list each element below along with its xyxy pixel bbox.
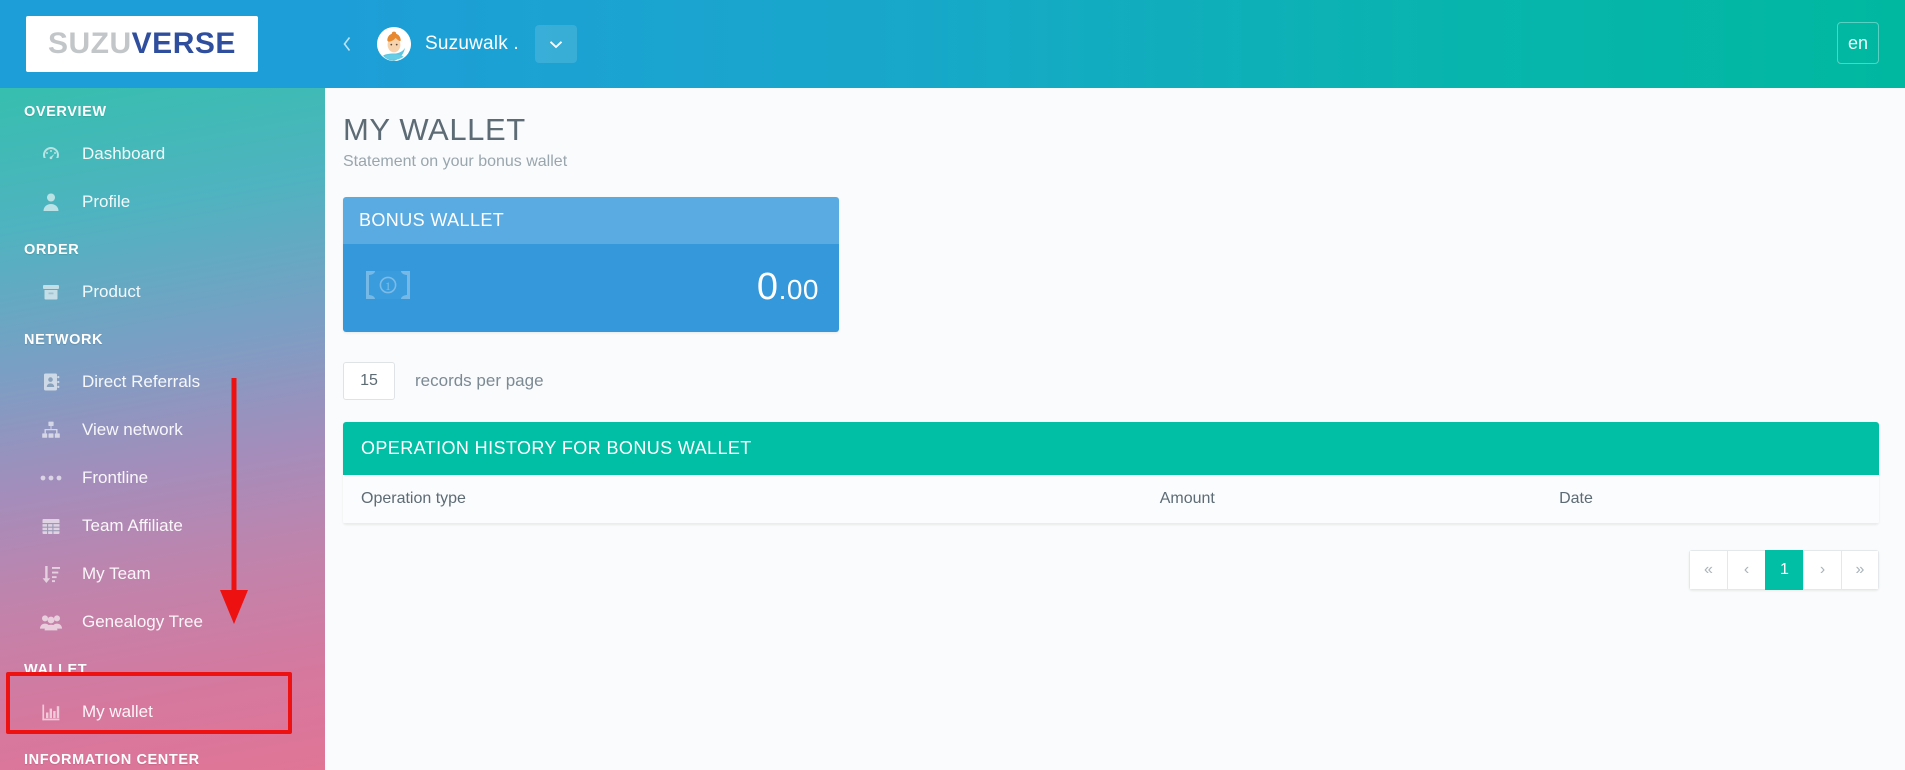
main-area: Suzuwalk . en MY WALLET Statement on you… <box>325 0 1905 770</box>
sidebar-item-label: Team Affiliate <box>82 516 183 535</box>
column-header-date[interactable]: Date <box>1541 474 1879 524</box>
app-root: SUZUVERSE OVERVIEW Dashboard Profile ORD… <box>0 0 1905 770</box>
bonus-wallet-card-title: BONUS WALLET <box>343 196 839 244</box>
dashboard-icon <box>36 143 66 165</box>
logo-container[interactable]: SUZUVERSE <box>0 0 325 88</box>
sidebar-section-overview: OVERVIEW <box>24 104 107 120</box>
bonus-wallet-amount-int: 0 <box>756 266 779 309</box>
sidebar-item-my-team[interactable]: My Team <box>0 550 325 598</box>
sidebar-collapse-button[interactable] <box>325 0 369 88</box>
sidebar: SUZUVERSE OVERVIEW Dashboard Profile ORD… <box>0 0 325 770</box>
bonus-wallet-card-body: 1 0.00 <box>343 243 839 332</box>
money-bill-icon: 1 <box>365 268 411 307</box>
sidebar-item-view-network[interactable]: View network <box>0 406 325 454</box>
sidebar-section-information-center: INFORMATION CENTER <box>24 752 200 768</box>
user-menu[interactable]: Suzuwalk . <box>377 25 577 63</box>
bonus-wallet-amount: 0.00 <box>757 266 819 309</box>
sidebar-item-dashboard[interactable]: Dashboard <box>0 130 325 178</box>
pagination-last[interactable]: » <box>1841 549 1879 590</box>
pagination-first[interactable]: « <box>1689 549 1727 590</box>
users-group-icon <box>36 611 66 633</box>
sidebar-item-label: Profile <box>82 192 131 211</box>
bar-chart-icon <box>36 701 66 723</box>
sidebar-item-frontline[interactable]: Frontline <box>0 454 325 502</box>
page-title: MY WALLET <box>343 112 526 147</box>
box-icon <box>36 281 66 303</box>
operation-history-title: OPERATION HISTORY FOR BONUS WALLET <box>343 421 1879 475</box>
grid-table-icon <box>36 515 66 537</box>
sort-amount-icon <box>36 563 66 585</box>
sidebar-section-order: ORDER <box>24 242 80 258</box>
user-icon <box>36 191 66 213</box>
column-header-amount[interactable]: Amount <box>1141 474 1542 524</box>
sidebar-item-label: Product <box>82 282 141 301</box>
logo: SUZUVERSE <box>26 16 258 72</box>
chevron-down-icon[interactable] <box>534 25 577 63</box>
sidebar-item-label: Direct Referrals <box>82 372 201 391</box>
svg-text:1: 1 <box>385 279 391 293</box>
records-per-page-input[interactable] <box>343 361 395 400</box>
pagination: « ‹ 1 › » <box>343 549 1879 590</box>
top-header: Suzuwalk . en <box>325 0 1905 88</box>
operation-history-table: Operation type Amount Date <box>343 474 1879 524</box>
operation-history-panel: OPERATION HISTORY FOR BONUS WALLET Opera… <box>343 421 1879 524</box>
logo-text-part1: SUZU <box>48 27 132 60</box>
column-header-operation-type[interactable]: Operation type <box>343 474 1142 524</box>
sidebar-item-my-wallet[interactable]: My wallet <box>0 688 325 736</box>
sidebar-item-label: My wallet <box>82 702 153 721</box>
page-subtitle: Statement on your bonus wallet <box>343 152 568 170</box>
avatar <box>377 27 411 61</box>
sidebar-section-network: NETWORK <box>24 332 104 348</box>
page-content: MY WALLET Statement on your bonus wallet… <box>325 88 1905 590</box>
sidebar-item-label: Genealogy Tree <box>82 612 203 631</box>
pagination-next[interactable]: › <box>1803 549 1841 590</box>
sidebar-item-label: My Team <box>82 564 151 583</box>
sidebar-item-product[interactable]: Product <box>0 268 325 316</box>
sidebar-section-wallet: WALLET <box>24 662 88 678</box>
language-button[interactable]: en <box>1837 22 1879 64</box>
bonus-wallet-card: BONUS WALLET 1 0.00 <box>343 196 839 332</box>
logo-text-part2: VERSE <box>131 27 236 60</box>
sidebar-item-label: Dashboard <box>82 144 166 163</box>
sidebar-item-label: Frontline <box>82 468 149 487</box>
records-per-page-label: records per page <box>415 370 544 390</box>
pagination-prev[interactable]: ‹ <box>1727 549 1765 590</box>
pagination-page-1[interactable]: 1 <box>1765 549 1803 590</box>
sidebar-item-direct-referrals[interactable]: Direct Referrals <box>0 358 325 406</box>
contact-book-icon <box>36 371 66 393</box>
sidebar-item-genealogy-tree[interactable]: Genealogy Tree <box>0 598 325 646</box>
sidebar-item-label: View network <box>82 420 183 439</box>
sidebar-item-team-affiliate[interactable]: Team Affiliate <box>0 502 325 550</box>
sidebar-item-profile[interactable]: Profile <box>0 178 325 226</box>
bonus-wallet-amount-dec: .00 <box>778 274 819 306</box>
table-header-row: Operation type Amount Date <box>343 474 1879 524</box>
sitemap-icon <box>36 419 66 441</box>
user-name: Suzuwalk . <box>425 33 519 54</box>
pagination-group: « ‹ 1 › » <box>1689 549 1879 590</box>
ellipsis-icon <box>36 467 66 489</box>
records-per-page-row: records per page <box>343 361 1879 400</box>
